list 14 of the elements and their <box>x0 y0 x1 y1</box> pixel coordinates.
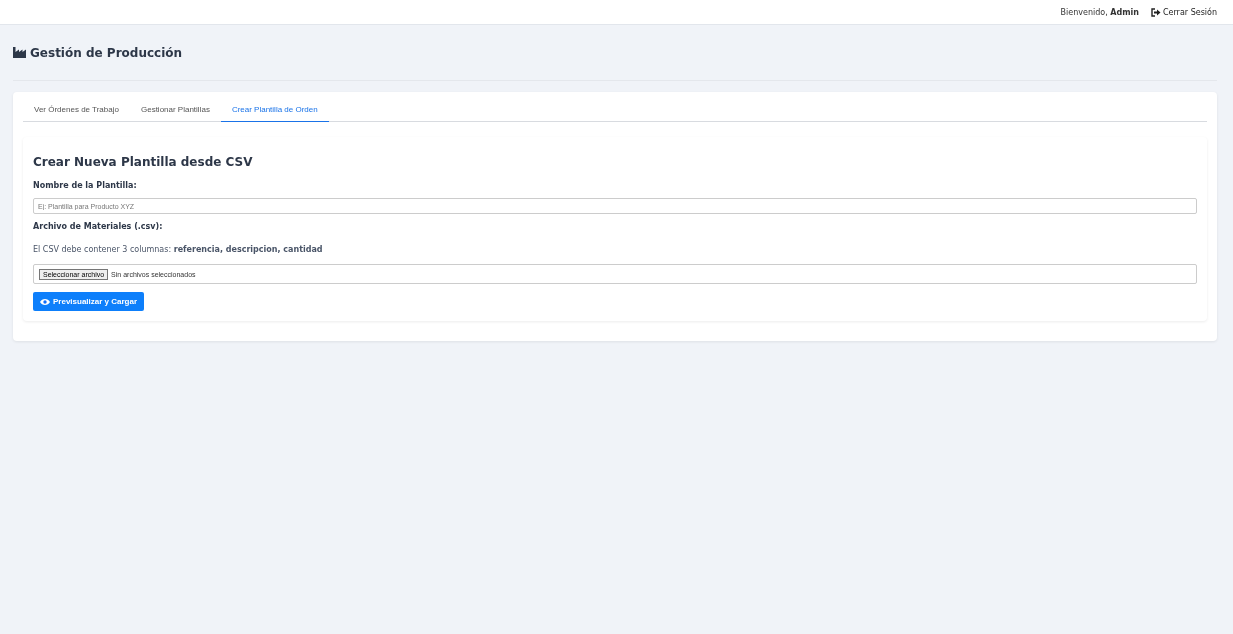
page-title: Gestión de Producción <box>30 45 183 60</box>
tab[interactable]: Crear Plantilla de Orden <box>220 101 329 122</box>
tab[interactable]: Gestionar Plantillas <box>129 101 221 122</box>
logout-link[interactable]: Cerrar Sesión <box>1150 7 1217 17</box>
field-label: Archivo de Materiales (.csv): <box>33 222 163 231</box>
logout-icon <box>1150 7 1161 17</box>
form-title: Crear Nueva Plantilla desde CSV <box>33 155 253 169</box>
preview-upload-button[interactable]: Previsualizar y Cargar <box>33 292 145 311</box>
factory-icon <box>13 47 26 58</box>
welcome-text: Bienvenido, Admin <box>1060 7 1139 17</box>
csv-hint: El CSV debe contener 3 columnas: referencia, descripcion, cantidad <box>33 245 323 254</box>
field-label: Nombre de la Plantilla: <box>33 181 137 190</box>
tab[interactable]: Ver Órdenes de Trabajo <box>23 101 130 122</box>
eye-icon <box>40 297 50 306</box>
